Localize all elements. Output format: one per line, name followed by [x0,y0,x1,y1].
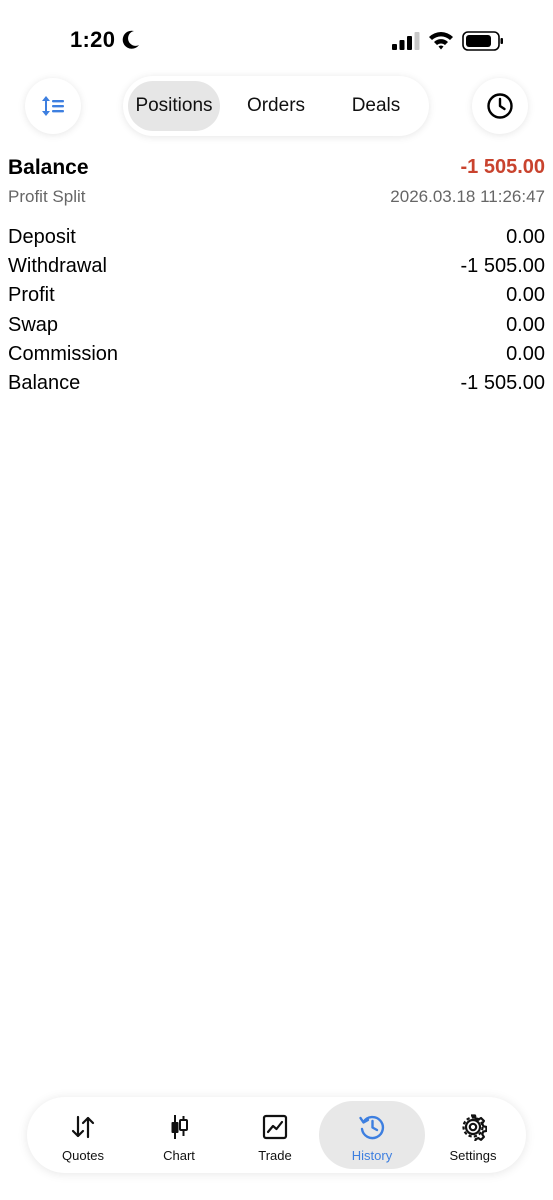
tab-quotes[interactable]: Quotes [35,1101,131,1169]
segment-deals[interactable]: Deals [328,81,424,131]
segment-orders[interactable]: Orders [226,81,326,131]
history-segmented-control: Positions Orders Deals [123,76,429,136]
cellular-signal-icon [392,32,420,50]
record-subtitle: Profit Split [8,187,86,206]
sort-button[interactable] [25,78,81,134]
bottom-tab-bar: Quotes Chart Trade History Settings [27,1097,526,1173]
detail-label: Profit [8,284,55,307]
tab-label: Trade [258,1148,292,1163]
record-amount: -1 505.00 [460,156,545,178]
detail-row-commission: Commission 0.00 [0,343,553,372]
wifi-icon [429,32,453,50]
trade-chart-icon [262,1114,288,1140]
tab-label: Chart [163,1148,195,1163]
record-title: Balance [8,156,89,179]
history-clock-icon [359,1115,385,1140]
detail-row-withdrawal: Withdrawal -1 505.00 [0,255,553,284]
detail-label: Deposit [8,226,76,248]
status-time: 1:20 [70,27,116,52]
record-datetime: 2026.03.18 11:26:47 [390,187,545,206]
detail-value: 0.00 [506,313,545,336]
tab-chart[interactable]: Chart [131,1101,227,1169]
tab-label: Quotes [62,1148,104,1163]
segment-positions[interactable]: Positions [128,81,220,131]
period-button[interactable] [472,78,528,134]
detail-value: 0.00 [506,284,545,307]
tab-trade[interactable]: Trade [227,1101,323,1169]
detail-row-balance: Balance -1 505.00 [0,372,553,401]
tab-history[interactable]: History [319,1101,425,1169]
tab-settings[interactable]: Settings [425,1101,521,1169]
tab-label: History [351,1148,393,1163]
clock-icon [487,93,513,119]
detail-value: 0.00 [506,226,545,248]
tab-label: Settings [449,1148,497,1163]
detail-value: -1 505.00 [460,255,545,278]
sort-icon [42,96,64,116]
detail-row-swap: Swap 0.00 [0,314,553,343]
battery-icon [462,31,503,51]
detail-value: 0.00 [506,342,545,365]
detail-value: -1 505.00 [460,371,545,394]
detail-row-deposit: Deposit 0.00 [0,226,553,255]
candlestick-icon [171,1115,188,1139]
record-details: Deposit 0.00 Withdrawal -1 505.00 Profit… [0,226,553,401]
detail-label: Commission [8,342,119,365]
moon-icon [122,30,139,49]
detail-label: Balance [8,371,81,394]
detail-label: Withdrawal [8,255,107,278]
detail-row-profit: Profit 0.00 [0,284,553,313]
status-bar: 1:20 [0,0,553,70]
quotes-arrows-icon [71,1115,95,1139]
gear-icon [462,1114,487,1141]
detail-label: Swap [8,313,59,336]
